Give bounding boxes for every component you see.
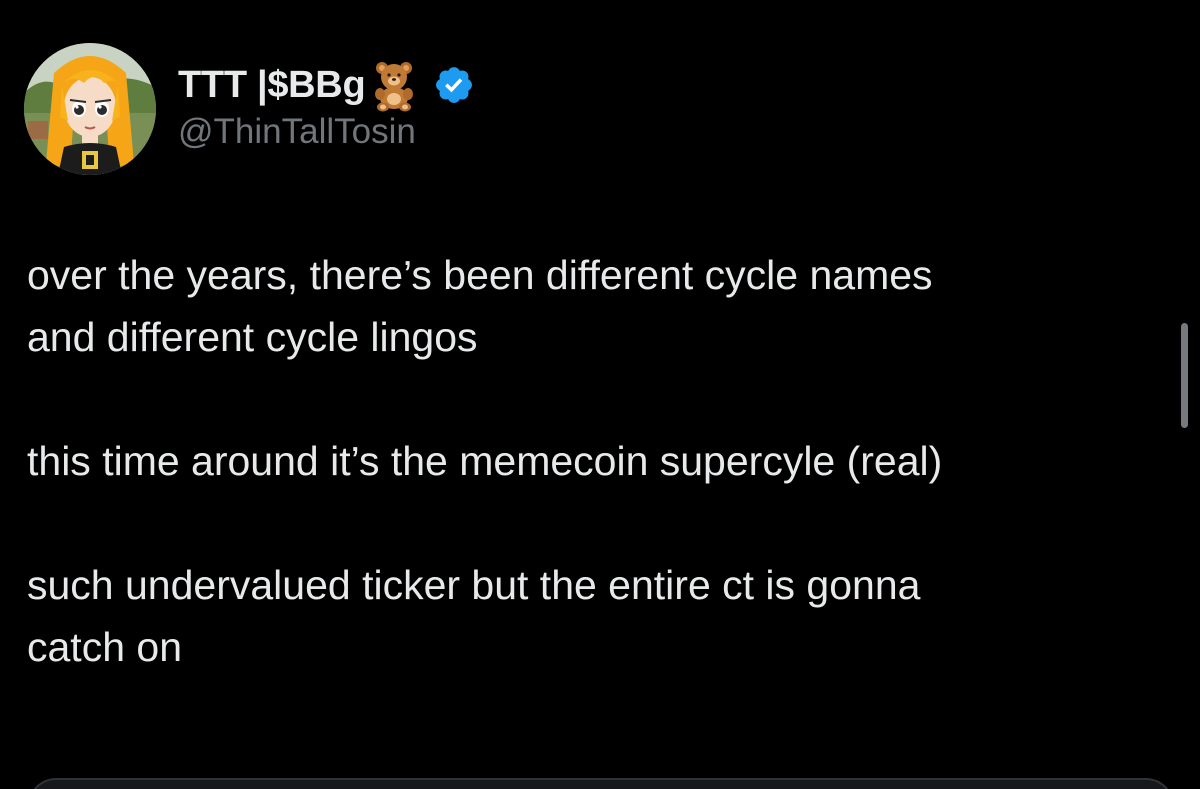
author-identity: TTT |$BBg @ThinTallTosin <box>178 58 475 152</box>
scrollbar-thumb[interactable] <box>1181 323 1188 428</box>
tweet: TTT |$BBg @ThinTallTosin over the years,… <box>0 0 1200 789</box>
teddy-bear-icon <box>367 58 421 112</box>
avatar-image <box>24 43 156 175</box>
name-row: TTT |$BBg <box>178 58 475 112</box>
tweet-header: TTT |$BBg @ThinTallTosin <box>24 43 475 175</box>
tweet-paragraph: such undervalued ticker but the entire c… <box>27 562 921 670</box>
verified-badge-icon[interactable] <box>433 64 475 106</box>
author-handle[interactable]: @ThinTallTosin <box>178 112 475 152</box>
display-name[interactable]: TTT |$BBg <box>178 64 366 107</box>
tweet-text: over the years, there’s been different c… <box>27 244 1177 678</box>
avatar[interactable] <box>24 43 156 175</box>
tweet-paragraph: this time around it’s the memecoin super… <box>27 438 943 484</box>
tweet-paragraph: over the years, there’s been different c… <box>27 252 933 360</box>
quoted-card[interactable] <box>28 778 1174 789</box>
